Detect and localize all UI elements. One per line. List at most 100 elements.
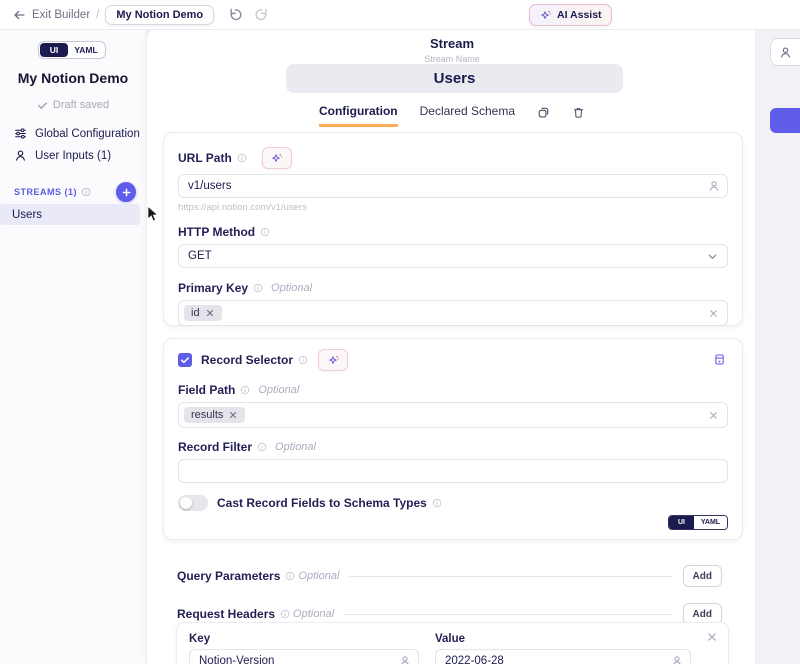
back-icon[interactable] bbox=[12, 8, 26, 22]
record-filter-input[interactable] bbox=[178, 459, 728, 483]
clear-field-icon[interactable] bbox=[708, 410, 719, 421]
duplicate-stream-icon[interactable] bbox=[537, 106, 550, 125]
toggle-knob bbox=[180, 497, 192, 509]
toggle-ui-option[interactable]: UI bbox=[40, 43, 68, 57]
testing-panel-rail bbox=[756, 30, 800, 664]
user-input-icon[interactable] bbox=[671, 655, 683, 664]
check-icon bbox=[37, 100, 48, 111]
url-preview-text: https://api.notion.com/v1/users bbox=[178, 202, 728, 213]
record-selector-label: Record Selector bbox=[201, 353, 293, 367]
primary-key-label: Primary Key bbox=[178, 281, 248, 295]
tag-label: results bbox=[191, 409, 223, 421]
sidebar-item-label: Global Configuration bbox=[35, 128, 140, 140]
chevron-down-icon bbox=[707, 251, 718, 262]
draft-status-label: Draft saved bbox=[53, 99, 109, 111]
streams-header-label: STREAMS (1) bbox=[14, 187, 77, 197]
field-path-tag: results bbox=[184, 407, 245, 423]
info-icon bbox=[285, 571, 295, 581]
ui-yaml-mini-toggle[interactable]: UI YAML bbox=[668, 515, 728, 530]
header-value-label: Value bbox=[435, 633, 691, 645]
primary-key-tag: id bbox=[184, 305, 222, 321]
ui-yaml-toggle[interactable]: UI YAML bbox=[38, 41, 106, 59]
remove-tag-icon[interactable] bbox=[228, 410, 238, 420]
remove-tag-icon[interactable] bbox=[205, 308, 215, 318]
field-path-input[interactable]: results bbox=[178, 402, 728, 428]
redo-icon[interactable] bbox=[254, 7, 269, 22]
streams-section-header: STREAMS (1) bbox=[14, 182, 136, 202]
ai-assist-button[interactable]: AI Assist bbox=[529, 4, 612, 26]
cast-fields-toggle[interactable] bbox=[178, 495, 208, 511]
draft-status: Draft saved bbox=[0, 99, 146, 111]
header-value-input[interactable] bbox=[435, 649, 691, 664]
delete-stream-icon[interactable] bbox=[572, 106, 585, 125]
header-key-input[interactable] bbox=[189, 649, 419, 664]
request-options-card: URL Path https://api.notion.com/v1/users… bbox=[163, 132, 743, 326]
stream-config-panel: Stream Stream Name Configuration Declare… bbox=[146, 30, 756, 664]
cast-fields-label: Cast Record Fields to Schema Types bbox=[217, 496, 427, 510]
sidebar-item-global-configuration[interactable]: Global Configuration bbox=[14, 127, 140, 140]
clear-field-icon[interactable] bbox=[708, 308, 719, 319]
ai-suggest-selector-button[interactable] bbox=[318, 349, 348, 371]
sidebar-item-user-inputs[interactable]: User Inputs (1) bbox=[14, 149, 111, 162]
info-icon bbox=[237, 153, 247, 163]
breadcrumb-separator: / bbox=[96, 9, 99, 21]
testing-values-button[interactable] bbox=[770, 38, 800, 66]
info-icon bbox=[298, 355, 308, 365]
remove-header-row-icon[interactable] bbox=[706, 631, 718, 643]
tab-declared-schema[interactable]: Declared Schema bbox=[420, 104, 515, 127]
docs-icon[interactable] bbox=[713, 353, 726, 366]
url-path-input[interactable] bbox=[178, 174, 728, 198]
record-selector-card: Record Selector Field Path Optional resu… bbox=[163, 338, 743, 540]
connector-title: My Notion Demo bbox=[0, 70, 146, 86]
sidebar-item-label: User Inputs (1) bbox=[35, 150, 111, 162]
sidebar-stream-item-users[interactable]: Users bbox=[0, 204, 140, 225]
optional-label: Optional bbox=[275, 441, 316, 453]
field-path-label: Field Path bbox=[178, 383, 235, 397]
http-method-select[interactable]: GET bbox=[178, 244, 728, 268]
section-divider bbox=[344, 614, 673, 615]
info-icon bbox=[240, 385, 250, 395]
ai-assist-label: AI Assist bbox=[557, 9, 602, 21]
toggle-yaml-option[interactable]: YAML bbox=[68, 43, 104, 57]
add-query-parameter-button[interactable]: Add bbox=[683, 565, 722, 587]
exit-builder-link[interactable]: Exit Builder bbox=[32, 9, 90, 21]
optional-label: Optional bbox=[271, 282, 312, 294]
user-input-icon[interactable] bbox=[708, 180, 720, 192]
toggle-yaml-option[interactable]: YAML bbox=[694, 516, 727, 529]
primary-key-input[interactable]: id bbox=[178, 300, 728, 326]
connector-builder-screen: Exit Builder / My Notion Demo AI Assist … bbox=[0, 0, 800, 664]
tag-label: id bbox=[191, 307, 200, 319]
sparkle-icon bbox=[539, 9, 552, 22]
person-icon bbox=[14, 149, 27, 162]
test-stream-button[interactable] bbox=[770, 108, 800, 133]
sparkle-icon bbox=[270, 152, 283, 165]
stream-name-input[interactable] bbox=[286, 64, 623, 93]
toggle-ui-option[interactable]: UI bbox=[669, 516, 694, 529]
url-path-label: URL Path bbox=[178, 151, 232, 165]
optional-label: Optional bbox=[293, 608, 334, 620]
optional-label: Optional bbox=[258, 384, 299, 396]
builder-sidebar: UI YAML My Notion Demo Draft saved Globa… bbox=[0, 30, 146, 664]
header-key-label: Key bbox=[189, 633, 419, 645]
add-stream-button[interactable] bbox=[116, 182, 136, 202]
request-header-row: Key Value bbox=[176, 622, 729, 664]
record-filter-label: Record Filter bbox=[178, 440, 252, 454]
undo-icon[interactable] bbox=[228, 7, 243, 22]
record-selector-checkbox[interactable] bbox=[178, 353, 192, 367]
person-icon bbox=[779, 46, 792, 59]
info-icon bbox=[280, 609, 290, 619]
sliders-icon bbox=[14, 127, 27, 140]
query-parameters-section: Query Parameters Optional Add bbox=[177, 564, 722, 588]
info-icon bbox=[81, 187, 91, 197]
info-icon bbox=[257, 442, 267, 452]
stream-name-label: Stream Name bbox=[147, 54, 757, 64]
info-icon bbox=[253, 283, 263, 293]
ai-suggest-url-button[interactable] bbox=[262, 147, 292, 169]
stream-tabs: Configuration Declared Schema bbox=[147, 104, 757, 127]
http-method-value: GET bbox=[188, 250, 212, 262]
tab-configuration[interactable]: Configuration bbox=[319, 104, 398, 127]
info-icon bbox=[432, 498, 442, 508]
user-input-icon[interactable] bbox=[399, 655, 411, 664]
connector-name-chip[interactable]: My Notion Demo bbox=[105, 5, 214, 25]
info-icon bbox=[260, 227, 270, 237]
